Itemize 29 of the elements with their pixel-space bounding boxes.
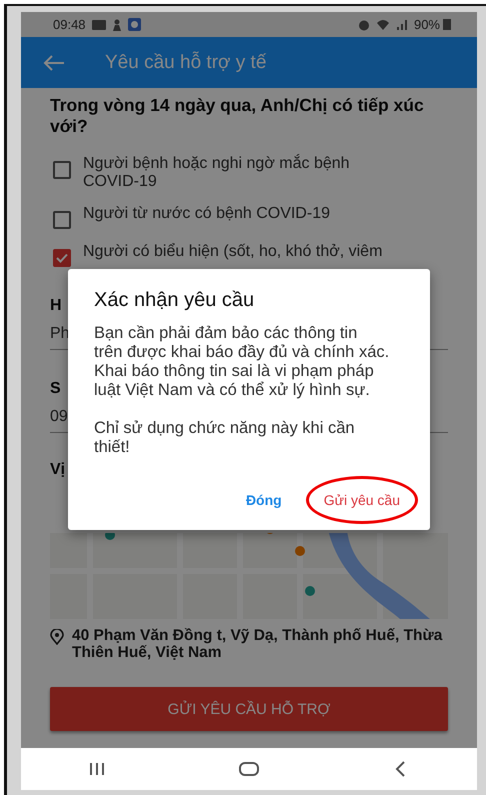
dialog-button[interactable]: Đóng <box>242 486 286 514</box>
checkbox[interactable] <box>53 211 71 229</box>
dialog-message: Chỉ sử dụng chức năng này khi cần thiết! <box>94 419 356 457</box>
checkbox[interactable] <box>53 249 71 267</box>
address-text: 40 Phạm Văn Đồng t, Vỹ Dạ, Thành phố Huế, Thừa Thiên Huế, Việt Nam <box>72 627 444 661</box>
battery-icon <box>443 19 451 30</box>
home-icon[interactable] <box>238 760 260 778</box>
dialog-title: Xác nhận yêu cầu <box>94 289 256 312</box>
back-arrow-icon[interactable] <box>43 54 65 70</box>
field-label: H <box>50 297 62 315</box>
wifi-icon <box>376 19 390 30</box>
submit-request-button[interactable]: GỬI YÊU CẦU HỖ TRỢ <box>50 687 448 731</box>
app-icon <box>128 18 141 31</box>
app-bar-title: Yêu cầu hỗ trợ y tế <box>105 52 266 74</box>
battery-percent: 90% <box>414 17 440 32</box>
person-icon <box>112 18 122 30</box>
signal-icon <box>396 20 408 30</box>
location-pin-icon <box>50 629 64 645</box>
checkbox-label: Người từ nước có bệnh COVID-19 <box>83 205 330 223</box>
question-text: Trong vòng 14 ngày qua, Anh/Chị có tiếp xúc với? <box>50 95 425 137</box>
checkbox-label: Người bệnh hoặc nghi ngờ mắc bệnh COVID-19 <box>83 155 351 191</box>
checkbox-label: Người có biểu hiện (sốt, ho, khó thở, viêm <box>83 243 382 261</box>
dialog-message: Bạn cần phải đảm bảo các thông tin trên được khai báo đầy đủ và chính xác. Khai báo thông tin sai là vi phạm pháp luật Việt Nam và có thể xử lý hình sự. <box>94 324 390 400</box>
status-time: 09:48 <box>53 17 86 32</box>
field-label: S <box>50 380 61 398</box>
field-value[interactable]: 09 <box>50 408 68 426</box>
dialog-button[interactable]: Gửi yêu cầu <box>320 486 404 514</box>
location-label: Vị <box>50 461 66 479</box>
checkbox[interactable] <box>53 161 71 179</box>
